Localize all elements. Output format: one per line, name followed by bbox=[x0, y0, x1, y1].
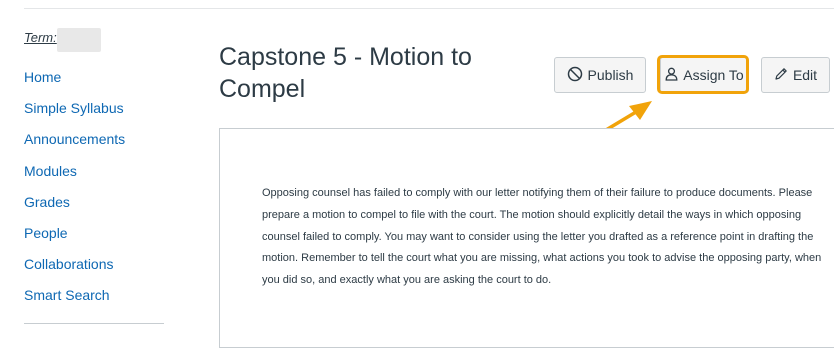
assignment-description-text: Opposing counsel has failed to comply wi… bbox=[262, 187, 822, 287]
publish-button[interactable]: Publish bbox=[554, 57, 646, 93]
assign-to-button[interactable]: Assign To bbox=[660, 57, 749, 93]
course-navigation: Home Simple Syllabus Announcements Modul… bbox=[24, 66, 125, 316]
sidebar-item-simple-syllabus[interactable]: Simple Syllabus bbox=[24, 97, 125, 128]
edit-button[interactable]: Edit bbox=[761, 57, 830, 93]
assignment-description-panel: Opposing counsel has failed to comply wi… bbox=[219, 128, 834, 348]
assign-to-button-label: Assign To bbox=[683, 67, 744, 83]
page-title: Capstone 5 - Motion to Compel bbox=[219, 43, 472, 103]
pencil-icon bbox=[774, 67, 788, 84]
sidebar-divider bbox=[24, 323, 164, 324]
unpublished-circle-icon bbox=[567, 66, 583, 85]
sidebar-item-collaborations[interactable]: Collaborations bbox=[24, 253, 125, 284]
term-value-redacted bbox=[57, 28, 101, 52]
sidebar-item-people[interactable]: People bbox=[24, 222, 125, 253]
sidebar-item-announcements[interactable]: Announcements bbox=[24, 128, 125, 159]
edit-button-label: Edit bbox=[792, 67, 818, 83]
sidebar-item-smart-search[interactable]: Smart Search bbox=[24, 284, 125, 315]
user-icon bbox=[665, 67, 678, 84]
publish-button-label: Publish bbox=[587, 67, 634, 83]
term-label: Term: bbox=[24, 30, 57, 45]
top-divider bbox=[24, 8, 834, 9]
sidebar-item-grades[interactable]: Grades bbox=[24, 191, 125, 222]
sidebar-item-home[interactable]: Home bbox=[24, 66, 125, 97]
sidebar-item-modules[interactable]: Modules bbox=[24, 160, 125, 191]
